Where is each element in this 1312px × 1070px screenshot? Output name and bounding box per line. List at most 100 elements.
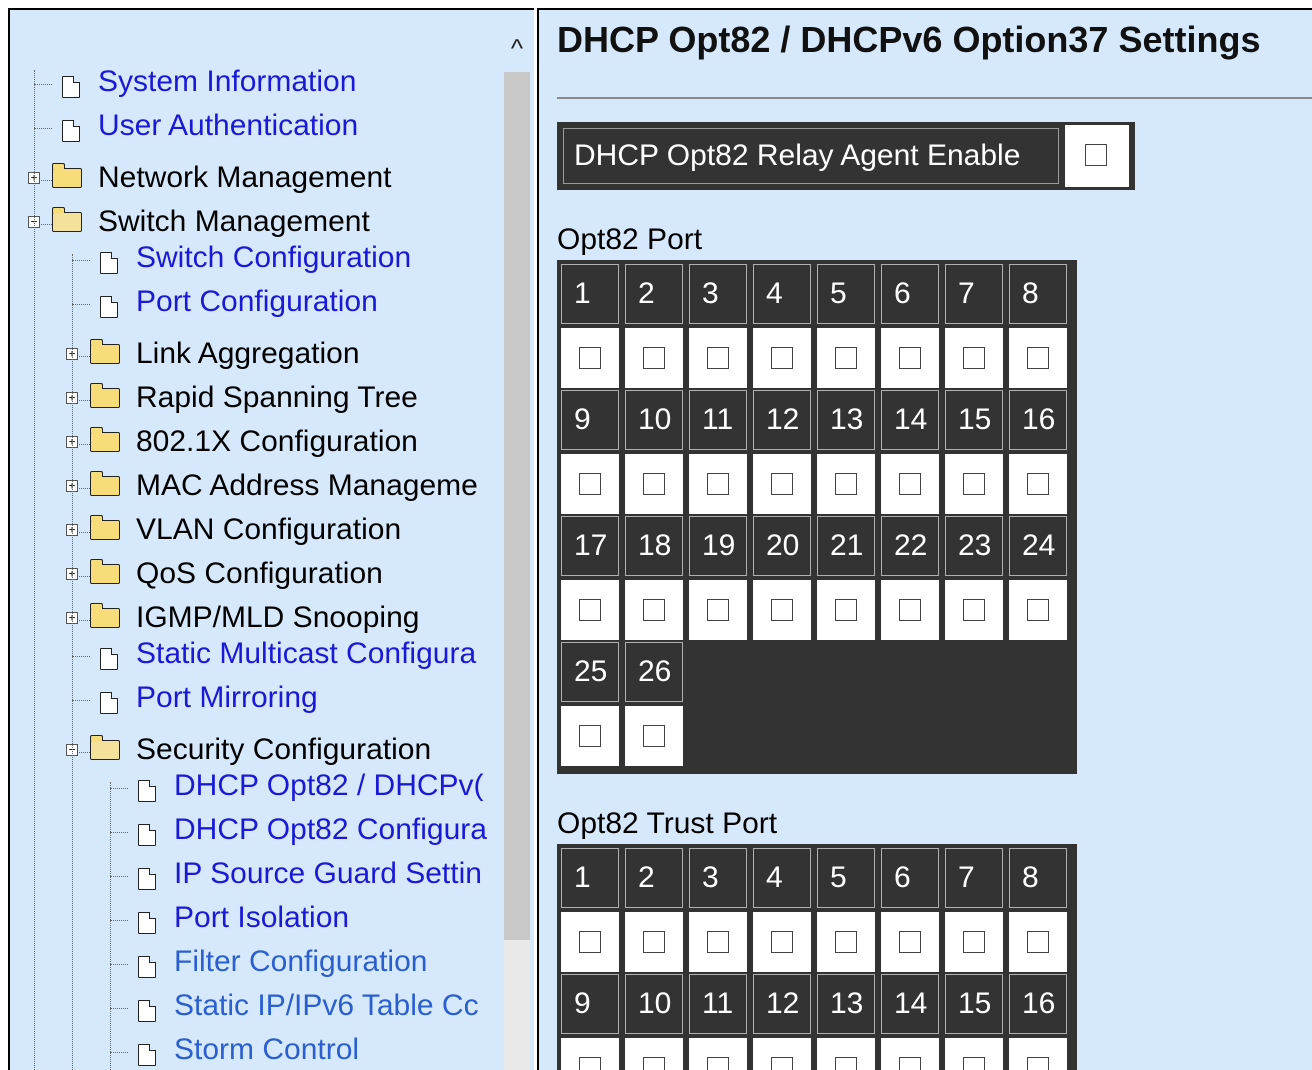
nav-link-19[interactable]: Port Isolation [10,898,500,938]
tree-trunk-line [110,782,111,1070]
opt82-port-number: 3 [689,264,747,324]
opt82-trust-port-checkbox[interactable] [1027,1057,1049,1070]
opt82-trust-port-checkbox[interactable] [963,1057,985,1070]
nav-folder-3[interactable]: − Switch Management [10,202,500,242]
opt82-port-checkbox[interactable] [899,599,921,621]
opt82-port-checkbox[interactable] [707,347,729,369]
nav-item-label: IP Source Guard Settin [174,857,482,890]
nav-folder-6[interactable]: + Link Aggregation [10,334,500,374]
opt82-trust-port-checkbox[interactable] [835,931,857,953]
nav-folder-15[interactable]: − Security Configuration [10,730,500,770]
opt82-port-checkbox[interactable] [643,347,665,369]
opt82-trust-port-number: 14 [881,974,939,1034]
scroll-up-arrow-icon[interactable]: ^ [500,28,534,68]
opt82-port-checkbox-cell [945,328,1003,388]
opt82-port-checkbox[interactable] [643,473,665,495]
folder-open-icon [51,207,82,232]
opt82-port-checkbox[interactable] [1027,599,1049,621]
nav-scrollbar[interactable]: ^ [500,10,534,1070]
nav-link-13[interactable]: Static Multicast Configura [10,634,500,674]
document-icon [138,956,156,978]
nav-link-14[interactable]: Port Mirroring [10,678,500,718]
opt82-port-checkbox[interactable] [771,347,793,369]
scrollbar-thumb[interactable] [504,72,530,940]
folder-icon [89,471,120,496]
opt82-port-checkbox-cell [689,454,747,514]
opt82-port-checkbox[interactable] [899,347,921,369]
opt82-port-checkbox[interactable] [707,473,729,495]
nav-link-18[interactable]: IP Source Guard Settin [10,854,500,894]
nav-link-1[interactable]: User Authentication [10,106,500,146]
opt82-trust-port-checkbox[interactable] [707,931,729,953]
opt82-trust-port-checkbox[interactable] [643,931,665,953]
opt82-port-number: 10 [625,390,683,450]
relay-agent-enable-checkbox[interactable] [1085,144,1107,166]
opt82-port-number: 18 [625,516,683,576]
opt82-port-checkbox-cell [1009,454,1067,514]
opt82-port-checkbox[interactable] [579,473,601,495]
nav-folder-9[interactable]: + MAC Address Manageme [10,466,500,506]
opt82-trust-port-checkbox[interactable] [899,931,921,953]
nav-item-label: Port Mirroring [136,681,318,714]
opt82-trust-port-checkbox[interactable] [899,1057,921,1070]
nav-link-0[interactable]: System Information [10,62,500,102]
opt82-port-number: 20 [753,516,811,576]
opt82-port-checkbox[interactable] [579,725,601,747]
opt82-port-checkbox[interactable] [1027,347,1049,369]
navigation-frame: System Information User Authentication + Ne… [8,8,534,1070]
opt82-trust-port-checkbox[interactable] [707,1057,729,1070]
opt82-trust-port-checkbox[interactable] [1027,931,1049,953]
opt82-port-checkbox[interactable] [707,599,729,621]
opt82-port-checkbox[interactable] [643,599,665,621]
opt82-port-checkbox[interactable] [963,473,985,495]
nav-link-21[interactable]: Static IP/IPv6 Table Cc [10,986,500,1026]
nav-link-17[interactable]: DHCP Opt82 Configura [10,810,500,850]
opt82-port-number: 19 [689,516,747,576]
opt82-port-checkbox[interactable] [899,473,921,495]
nav-item-label: User Authentication [98,109,359,142]
nav-folder-8[interactable]: +802.1X Configuration [10,422,500,462]
opt82-trust-port-checkbox-cell [1009,912,1067,972]
opt82-trust-port-checkbox[interactable] [771,1057,793,1070]
opt82-port-checkbox[interactable] [643,725,665,747]
nav-folder-2[interactable]: + Network Management [10,158,500,198]
relay-agent-checkbox-cell [1065,125,1129,187]
opt82-port-checkbox[interactable] [771,473,793,495]
opt82-trust-port-checkbox[interactable] [963,931,985,953]
relay-agent-label: DHCP Opt82 Relay Agent Enable [563,128,1059,184]
opt82-port-checkbox[interactable] [771,599,793,621]
opt82-port-grid: 1 2 3 4 5 6 7 8 9 10 11 12 13 14 15 16 17 18 19 20 21 22 23 24 2… [557,260,1077,774]
opt82-port-checkbox[interactable] [963,347,985,369]
nav-link-4[interactable]: Switch Configuration [10,238,500,278]
opt82-port-checkbox[interactable] [963,599,985,621]
opt82-trust-port-checkbox-cell [689,1038,747,1070]
scrollbar-track[interactable] [504,940,530,1070]
nav-link-5[interactable]: Port Configuration [10,282,500,322]
nav-item-label: Port Isolation [174,901,350,934]
opt82-port-number: 8 [1009,264,1067,324]
opt82-trust-port-number: 13 [817,974,875,1034]
opt82-port-checkbox[interactable] [835,473,857,495]
nav-link-16[interactable]: DHCP Opt82 / DHCPv( [10,766,500,806]
nav-folder-11[interactable]: + QoS Configuration [10,554,500,594]
opt82-port-checkbox[interactable] [579,599,601,621]
nav-item-label: Storm Control [174,1033,360,1066]
opt82-port-checkbox[interactable] [835,347,857,369]
nav-link-20[interactable]: Filter Configuration [10,942,500,982]
opt82-trust-port-checkbox[interactable] [771,931,793,953]
nav-link-22[interactable]: Storm Control [10,1030,500,1070]
nav-folder-7[interactable]: + Rapid Spanning Tree [10,378,500,418]
tree-connector [34,84,52,85]
nav-folder-12[interactable]: + IGMP/MLD Snooping [10,598,500,638]
nav-folder-10[interactable]: + VLAN Configuration [10,510,500,550]
opt82-trust-port-checkbox[interactable] [835,1057,857,1070]
nav-item-label: Static Multicast Configura [136,637,477,670]
opt82-trust-port-checkbox[interactable] [643,1057,665,1070]
opt82-port-checkbox[interactable] [1027,473,1049,495]
opt82-port-checkbox[interactable] [579,347,601,369]
opt82-port-checkbox[interactable] [835,599,857,621]
opt82-port-number: 5 [817,264,875,324]
opt82-trust-port-checkbox[interactable] [579,1057,601,1070]
opt82-trust-port-checkbox[interactable] [579,931,601,953]
tree-connector [110,1052,128,1053]
